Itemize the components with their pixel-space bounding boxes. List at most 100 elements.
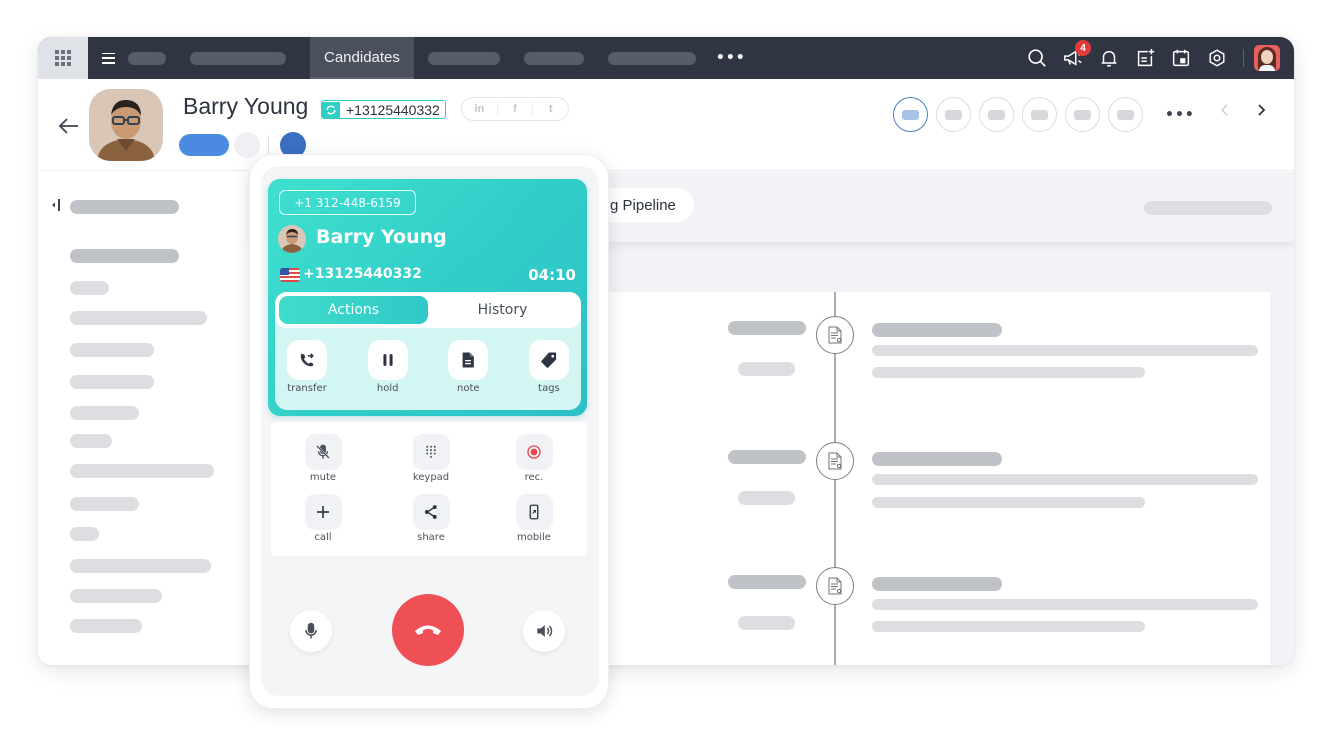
- timeline-text-placeholder: [872, 345, 1258, 356]
- microphone-icon: [305, 622, 317, 639]
- stage-step[interactable]: [1022, 97, 1057, 132]
- speaker-button[interactable]: [523, 610, 565, 652]
- sidebar-item-placeholder[interactable]: [70, 311, 207, 325]
- pipeline-stages: •••: [893, 97, 1195, 132]
- keypad-button[interactable]: keypad: [401, 434, 461, 483]
- note-button[interactable]: note: [446, 340, 490, 394]
- sidebar-item-placeholder[interactable]: [70, 464, 214, 478]
- hold-button[interactable]: hold: [366, 340, 410, 394]
- active-call-card: +1 312-448-6159 Barry Young +13125440332…: [268, 179, 587, 416]
- tag-placeholder[interactable]: [234, 132, 260, 158]
- timeline-title-placeholder: [872, 577, 1002, 591]
- stage-step[interactable]: [893, 97, 928, 132]
- sidebar-item-placeholder[interactable]: [70, 375, 154, 389]
- search-button[interactable]: [1019, 37, 1055, 79]
- timeline-text-placeholder: [872, 599, 1258, 610]
- nav-item-placeholder[interactable]: [190, 51, 286, 65]
- back-arrow-icon[interactable]: [58, 117, 80, 135]
- candidate-header: Barry Young +13125440332 in f t •••: [38, 79, 1294, 171]
- caller-avatar: [278, 225, 306, 253]
- chevron-left-icon[interactable]: [1218, 103, 1232, 117]
- timeline-text-placeholder: [872, 621, 1145, 632]
- transfer-button[interactable]: transfer: [285, 340, 329, 394]
- stages-more-button[interactable]: •••: [1165, 107, 1195, 123]
- record-button[interactable]: rec.: [504, 434, 564, 483]
- top-navigation-bar: Candidates ••• 4: [38, 37, 1294, 79]
- calendar-button[interactable]: [1163, 37, 1199, 79]
- us-flag-icon: [280, 268, 300, 282]
- bell-icon: [1101, 50, 1117, 67]
- twitter-icon[interactable]: t: [533, 103, 568, 115]
- notifications-button[interactable]: [1091, 37, 1127, 79]
- add-call-button[interactable]: call: [293, 494, 353, 543]
- menu-icon: [101, 52, 115, 64]
- sidebar-item-placeholder[interactable]: [70, 281, 109, 295]
- linkedin-icon[interactable]: in: [462, 103, 498, 115]
- nav-item-placeholder[interactable]: [128, 51, 166, 65]
- announcements-button[interactable]: 4: [1055, 37, 1091, 79]
- sync-icon: [322, 101, 340, 118]
- outgoing-caller-id[interactable]: +1 312-448-6159: [279, 190, 416, 215]
- caller-name: Barry Young: [316, 226, 447, 248]
- notification-badge: 4: [1075, 40, 1091, 56]
- sidebar-item-placeholder[interactable]: [70, 497, 139, 511]
- call-timer: 04:10: [528, 266, 576, 284]
- sidebar-item-placeholder[interactable]: [70, 559, 211, 573]
- stage-step[interactable]: [1065, 97, 1100, 132]
- nav-item-placeholder[interactable]: [523, 51, 584, 65]
- document-icon: [828, 452, 842, 470]
- tab-actions[interactable]: Actions: [279, 296, 428, 324]
- timeline-node[interactable]: [816, 567, 854, 605]
- sidebar-item-placeholder[interactable]: [70, 619, 142, 633]
- pipeline-meta-placeholder: [1144, 201, 1272, 215]
- stage-step[interactable]: [1108, 97, 1143, 132]
- timeline-date-placeholder: [728, 450, 806, 464]
- microphone-button[interactable]: [290, 610, 332, 652]
- call-action-panel: Actions History transfer hold note tags: [275, 292, 581, 410]
- timeline-node[interactable]: [816, 442, 854, 480]
- stage-step[interactable]: [936, 97, 971, 132]
- chevron-right-icon[interactable]: [1254, 103, 1268, 117]
- mute-button[interactable]: mute: [293, 434, 353, 483]
- transfer-icon: [300, 353, 314, 367]
- share-button[interactable]: share: [401, 494, 461, 543]
- social-links: in f t: [461, 97, 569, 121]
- mobile-button[interactable]: mobile: [504, 494, 564, 543]
- speaker-icon: [537, 625, 553, 637]
- user-avatar[interactable]: [1254, 45, 1280, 71]
- sidebar-item-placeholder[interactable]: [70, 406, 139, 420]
- tags-button[interactable]: tags: [527, 340, 571, 394]
- mobile-icon: [529, 504, 539, 520]
- nav-item-placeholder[interactable]: [607, 51, 696, 65]
- document-icon: [828, 577, 842, 595]
- document-icon: [828, 326, 842, 344]
- tab-history[interactable]: History: [428, 296, 577, 324]
- stage-step[interactable]: [979, 97, 1014, 132]
- sidebar-item-placeholder[interactable]: [70, 249, 179, 263]
- timeline-text-placeholder: [872, 474, 1258, 485]
- nav-tab-candidates[interactable]: Candidates: [310, 37, 414, 79]
- facebook-icon[interactable]: f: [498, 103, 534, 115]
- collapse-sidebar-icon[interactable]: [51, 197, 63, 213]
- nav-more-button[interactable]: •••: [716, 50, 746, 66]
- candidate-phone-chip[interactable]: +13125440332: [321, 100, 446, 119]
- status-tag[interactable]: [179, 134, 229, 156]
- add-note-button[interactable]: [1127, 37, 1163, 79]
- topbar-actions: 4: [1019, 37, 1280, 79]
- hang-up-button[interactable]: [392, 594, 464, 666]
- sidebar-item-placeholder[interactable]: [70, 527, 99, 541]
- sidebar-item-placeholder[interactable]: [70, 589, 162, 603]
- app-launcher-button[interactable]: [38, 37, 88, 79]
- timeline-text-placeholder: [872, 367, 1145, 378]
- topbar-divider: [1243, 49, 1244, 67]
- call-controls: mute keypad rec. call share mobile: [271, 422, 587, 556]
- add-note-icon: [1137, 48, 1155, 67]
- sidebar-item-placeholder[interactable]: [70, 343, 154, 357]
- grid-icon: [55, 50, 71, 66]
- sidebar-item-placeholder[interactable]: [70, 434, 112, 448]
- settings-button[interactable]: [1199, 37, 1235, 79]
- hamburger-menu-button[interactable]: [88, 37, 128, 79]
- nav-item-placeholder[interactable]: [427, 51, 500, 65]
- plus-icon: [317, 506, 329, 518]
- timeline-node[interactable]: [816, 316, 854, 354]
